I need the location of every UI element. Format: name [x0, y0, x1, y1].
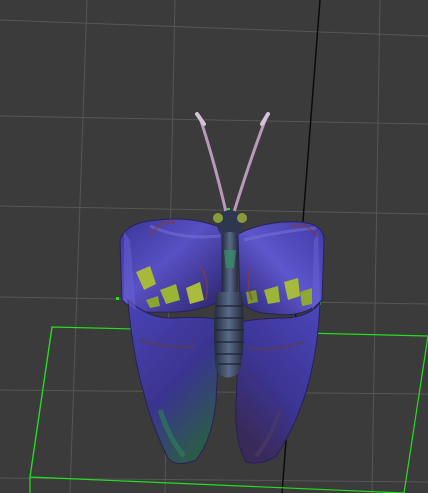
butterfly-model[interactable]	[119, 112, 325, 464]
right-lower-wing	[235, 301, 321, 464]
3d-viewport[interactable]	[0, 0, 428, 493]
selection-handle-left[interactable]	[116, 297, 119, 300]
viewport-canvas[interactable]	[0, 0, 428, 493]
antennae	[195, 112, 270, 214]
